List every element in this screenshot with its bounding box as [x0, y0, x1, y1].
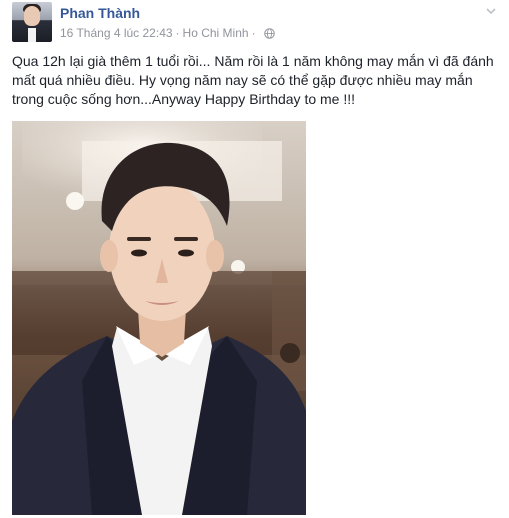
- chevron-down-icon[interactable]: [484, 4, 498, 18]
- globe-icon[interactable]: [263, 27, 275, 39]
- selfie-image: [12, 121, 306, 515]
- avatar[interactable]: [12, 2, 52, 42]
- post-timestamp[interactable]: 16 Tháng 4 lúc 22:43: [60, 26, 173, 40]
- meta-separator: ·: [251, 26, 256, 40]
- post-meta: 16 Tháng 4 lúc 22:43 · Ho Chi Minh ·: [60, 26, 275, 40]
- author-name[interactable]: Phan Thành: [60, 5, 140, 21]
- meta-separator: ·: [175, 26, 180, 40]
- post-photo[interactable]: [12, 121, 306, 515]
- post-location[interactable]: Ho Chi Minh: [183, 26, 249, 40]
- post-message: Qua 12h lại già thêm 1 tuổi rồi... Năm r…: [12, 53, 494, 107]
- facebook-post: Phan Thành 16 Tháng 4 lúc 22:43 · Ho Chi…: [0, 0, 509, 518]
